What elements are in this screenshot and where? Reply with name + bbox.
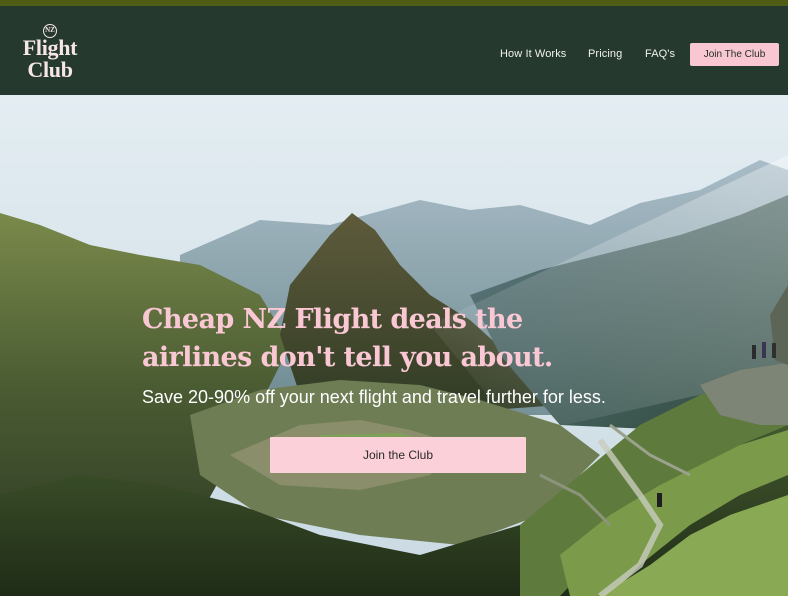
headline-line-1: Cheap NZ Flight deals the	[142, 304, 523, 335]
hero-section: Cheap NZ Flight deals the airlines don't…	[0, 95, 788, 596]
join-the-club-cta-button[interactable]: Join the Club	[270, 437, 526, 473]
nav-faqs[interactable]: FAQ's	[645, 47, 675, 61]
nav-pricing[interactable]: Pricing	[588, 47, 622, 61]
logo-text-club: Club	[27, 57, 73, 82]
headline-line-2: airlines don't tell you about.	[142, 342, 553, 373]
join-the-club-button[interactable]: Join The Club	[690, 43, 779, 66]
hero-headline: Cheap NZ Flight deals the airlines don't…	[142, 301, 702, 377]
flight-club-logo[interactable]: NZ Flight Club	[16, 24, 84, 84]
logo-text-flight: Flight	[22, 35, 78, 60]
hero-subheadline: Save 20-90% off your next flight and tra…	[142, 387, 606, 407]
nav-how-it-works[interactable]: How It Works	[500, 47, 566, 61]
